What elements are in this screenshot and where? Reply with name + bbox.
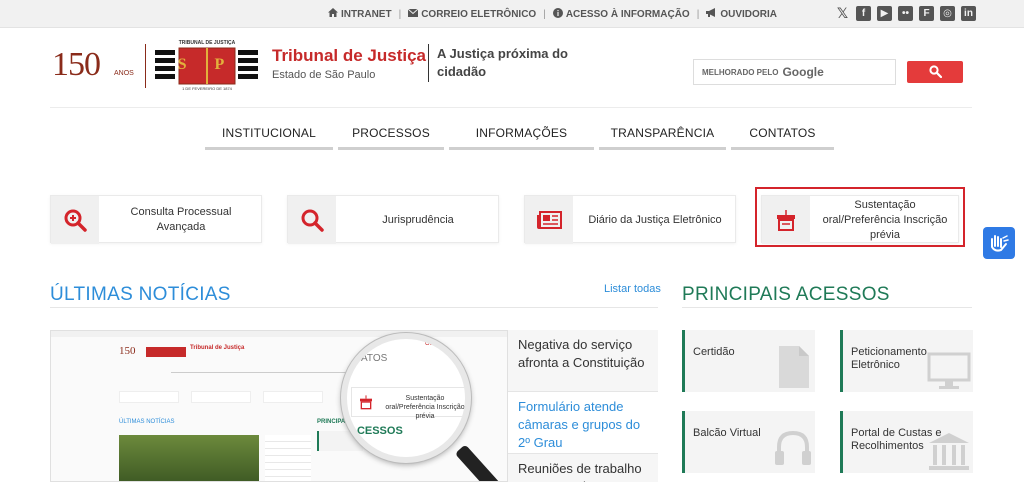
news-item[interactable]: Formulário atende câmaras e grupos do 2º… [508, 392, 658, 454]
quick-label: Jurisprudência [382, 213, 454, 226]
facebook-icon[interactable]: f [856, 6, 871, 21]
quick-icon-box [525, 196, 573, 244]
tagline: A Justiça próxima do cidadão [437, 46, 568, 79]
lens-corner-text: Ouvidoria [425, 341, 451, 347]
intranet-link[interactable]: INTRANET [321, 8, 399, 20]
quick-icon-box [288, 196, 336, 244]
flickr-icon[interactable]: •• [898, 6, 913, 21]
access-certidao[interactable]: Certidão [682, 330, 815, 392]
crest-top-text: TRIBUNAL DE JUSTIÇA [178, 40, 236, 46]
news-title-underline [50, 307, 658, 308]
mini-text-lines [265, 435, 311, 481]
search-icon [929, 65, 942, 78]
anniversary-logo[interactable]: 150 ANOS [52, 42, 136, 86]
newspaper-icon [537, 211, 562, 229]
x-icon[interactable]: 𝕏 [835, 6, 850, 21]
email-link[interactable]: CORREIO ELETRÔNICO [401, 8, 543, 20]
mini-crest [146, 347, 186, 357]
zoom-plus-icon [64, 209, 87, 232]
document-icon [779, 346, 809, 388]
access-peticionamento[interactable]: Peticionamento Eletrônico [840, 330, 973, 392]
logo-number: 150 [52, 46, 101, 83]
news-featured-image[interactable]: 150 Tribunal de Justiça ÚLTIMAS NOTÍCIAS… [50, 330, 508, 482]
news-item[interactable]: Negativa do serviço afronta a Constituiç… [508, 330, 658, 392]
search-prefix: MELHORADO PELO [702, 67, 779, 77]
court-crest[interactable]: TRIBUNAL DE JUSTIÇA S P 1 DE FEVEREIRO D… [175, 40, 239, 92]
nav-item-processos[interactable]: PROCESSOS [338, 118, 444, 150]
home-icon [328, 8, 339, 20]
access-portal-custas[interactable]: Portal de Custas e Recolhimentos [840, 411, 973, 473]
envelope-icon [407, 8, 419, 20]
magnifier-icon [301, 209, 324, 232]
quick-icon-box [51, 196, 99, 244]
lens-card-text: Sustentação oral/Preferência Inscrição p… [385, 395, 465, 420]
podium-icon [360, 395, 372, 410]
nav-item-informacoes[interactable]: INFORMAÇÕES [449, 118, 594, 150]
mini-topbar [51, 331, 507, 337]
sign-language-icon [991, 235, 1009, 252]
instagram-icon[interactable]: ◎ [940, 6, 955, 21]
crest-letters: S P [177, 56, 237, 73]
monitor-icon [927, 352, 971, 389]
news-section-title: ÚLTIMAS NOTÍCIAS [50, 284, 231, 305]
header-separator [50, 107, 972, 108]
lens-bottom-text: ACESSOS [349, 425, 403, 437]
access-info-link[interactable]: ACESSO À INFORMAÇÃO [546, 7, 697, 21]
quick-jurisprudencia[interactable]: Jurisprudência [287, 195, 499, 244]
mini-card [119, 391, 179, 403]
news-items: Negativa do serviço afronta a Constituiç… [508, 330, 658, 482]
nav-item-contatos[interactable]: CONTATOS [731, 118, 834, 150]
mini-photo [119, 435, 259, 481]
news-list-all-link[interactable]: Listar todas [604, 283, 661, 295]
nav-item-transparencia[interactable]: TRANSPARÊNCIA [599, 118, 726, 150]
ouvidoria-link[interactable]: OUVIDORIA [699, 8, 784, 20]
mini-logo: 150 [119, 345, 136, 357]
main-nav: INSTITUCIONAL PROCESSOS INFORMAÇÕES TRAN… [205, 118, 839, 150]
mini-card [191, 391, 251, 403]
accessibility-button[interactable] [983, 227, 1015, 259]
tagline-divider [428, 44, 429, 82]
logo-anos: ANOS [114, 70, 134, 77]
flag-stripes-left [155, 50, 175, 80]
main-access-title: PRINCIPAIS ACESSOS [682, 284, 890, 305]
headset-icon [775, 430, 811, 465]
lens-card: Sustentação oral/Preferência Inscrição p… [351, 387, 465, 420]
search-input[interactable]: MELHORADO PELO Google [693, 59, 896, 85]
access-balcao-virtual[interactable]: Balcão Virtual [682, 411, 815, 473]
quick-diario-justica[interactable]: Diário da Justiça Eletrônico [524, 195, 736, 244]
quick-consulta-processual[interactable]: Consulta Processual Avançada [50, 195, 262, 244]
linkedin-icon[interactable]: in [961, 6, 976, 21]
youtube-icon[interactable]: ▶ [877, 6, 892, 21]
site-title[interactable]: Tribunal de Justiça [272, 46, 426, 66]
mini-title: Tribunal de Justiça [190, 345, 245, 351]
megaphone-icon [706, 8, 717, 20]
site-subtitle: Estado de São Paulo [272, 69, 376, 81]
info-icon [552, 7, 563, 21]
social-links: 𝕏 f ▶ •• F ◎ in [835, 6, 976, 21]
quick-label: Diário da Justiça Eletrônico [588, 213, 722, 226]
header-divider [145, 44, 146, 88]
nav-item-institucional[interactable]: INSTITUCIONAL [205, 118, 333, 150]
flipboard-icon[interactable]: F [919, 6, 934, 21]
main-access-underline [682, 307, 972, 308]
google-brand: Google [782, 65, 824, 79]
flag-stripes-right [238, 50, 258, 80]
lens-top-text: ATOS [361, 353, 388, 364]
mini-card [263, 391, 323, 403]
top-bar: INTRANET | CORREIO ELETRÔNICO | ACESSO À… [0, 0, 1024, 28]
news-item[interactable]: Reuniões de trabalho e compromissos exte… [508, 454, 658, 482]
courthouse-icon [929, 433, 969, 470]
top-links: INTRANET | CORREIO ELETRÔNICO | ACESSO À… [321, 0, 784, 28]
quick-label: Consulta Processual Avançada [130, 206, 232, 233]
magnifier-lens: ATOS Ouvidoria Sustentação oral/Preferên… [341, 333, 471, 463]
mini-news-heading: ÚLTIMAS NOTÍCIAS [119, 419, 175, 425]
highlight-frame [755, 187, 965, 247]
search-button[interactable] [907, 61, 963, 83]
magnifier-handle [454, 444, 506, 481]
crest-bottom-text: 1 DE FEVEREIRO DE 1874 [182, 86, 232, 91]
